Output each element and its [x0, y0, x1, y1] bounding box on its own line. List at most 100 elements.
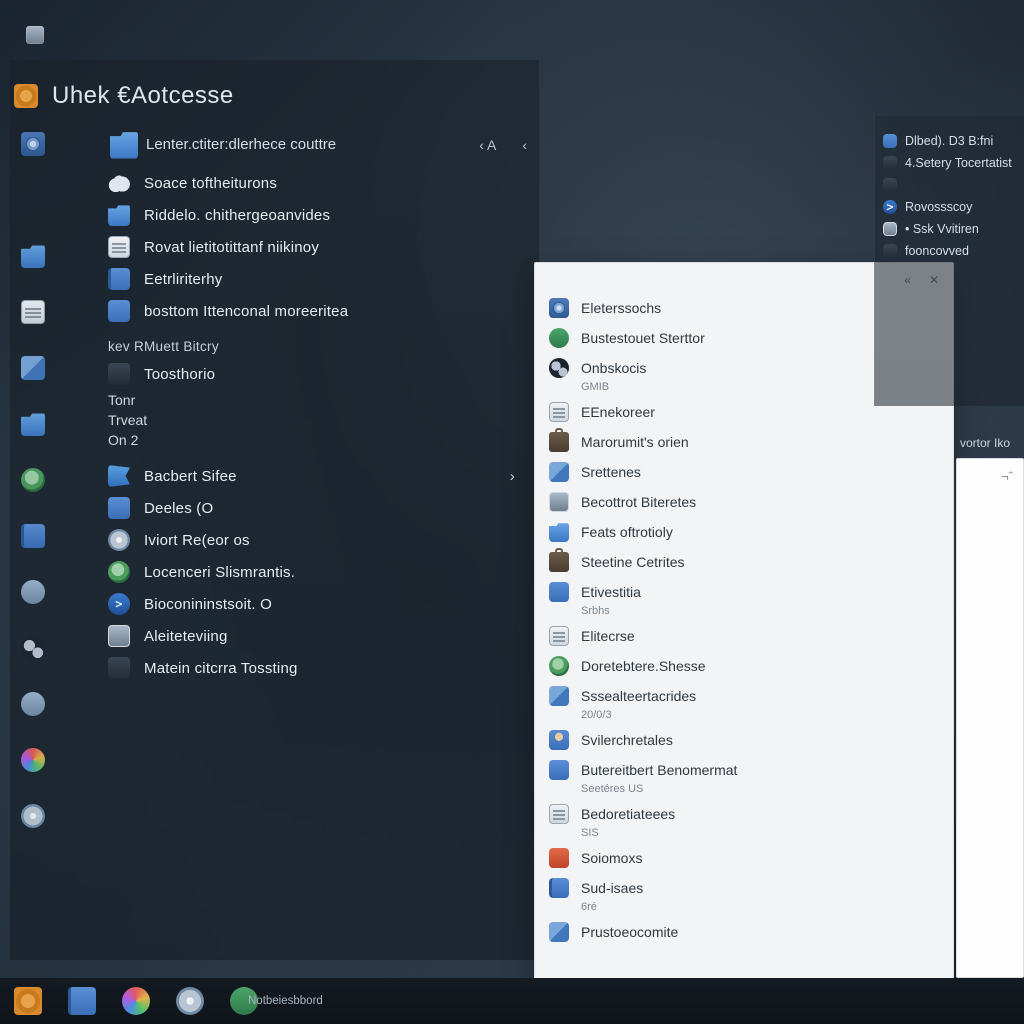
book-icon — [68, 987, 96, 1015]
flyout-item[interactable]: Sud-isaes — [545, 873, 943, 903]
start-menu-item[interactable]: Bacbert Sifee› — [60, 460, 531, 492]
flyout-item[interactable]: Steetine Cetrites — [545, 547, 943, 577]
paint-icon[interactable] — [21, 748, 45, 772]
flyout-item[interactable]: Elitecrse — [545, 621, 943, 651]
flyout-item-label: Svilerchretales — [581, 732, 673, 748]
taskbar-item[interactable]: Notbeiesbbord — [230, 987, 323, 1015]
bgwin-line-text: 4.Setery Tocertatist — [905, 156, 1012, 170]
flyout-item-label: Srettenes — [581, 464, 641, 480]
taskbar-item[interactable] — [176, 987, 204, 1015]
flyout-item-label: Bustestouet Sterttor — [581, 330, 705, 346]
dark-icon — [108, 363, 130, 385]
bgwin-line: Rovossscoy — [883, 196, 1016, 218]
start-menu-item-label: Toosthorio — [144, 366, 215, 383]
start-menu-item[interactable]: Toosthorio — [60, 358, 531, 390]
flyout-item-label: Sud-isaes — [581, 880, 643, 896]
header-back-icon[interactable]: ‹ A — [479, 137, 496, 153]
camera-icon[interactable] — [21, 132, 45, 156]
gears-icon — [549, 358, 569, 378]
start-plain-item[interactable]: Tonr — [60, 390, 531, 410]
start-menu-item[interactable]: Iviort Re(eor os — [60, 524, 531, 556]
flyout-item[interactable]: Etivestitia — [545, 577, 943, 607]
start-menu-item[interactable]: Rovat lietitotittanf niikinoy — [60, 231, 531, 263]
start-menu-item[interactable]: Soace toftheiturons — [60, 167, 531, 199]
flyout-item-sublabel: Srbhs — [545, 605, 943, 621]
gear-icon — [14, 987, 42, 1015]
start-menu-item-label: Bioconininstsoit. O — [144, 596, 272, 613]
disc-icon — [176, 987, 204, 1015]
doc-icon — [549, 804, 569, 824]
link-icon[interactable] — [21, 692, 45, 716]
cube-icon — [549, 922, 569, 942]
gear-icon — [14, 84, 38, 108]
chevron-right-icon: › — [510, 468, 525, 485]
flyout-item[interactable]: Srettenes — [545, 457, 943, 487]
sq-icon — [549, 760, 569, 780]
start-plain-item[interactable]: Trveat — [60, 410, 531, 430]
header-forward-icon[interactable]: ‹ — [522, 137, 527, 153]
flyout-item-sublabel: 6ré — [545, 901, 943, 917]
note-window[interactable]: ¬ˆ — [956, 458, 1024, 978]
flyout-item[interactable]: Bedoretiateees — [545, 799, 943, 829]
link-icon[interactable] — [21, 580, 45, 604]
taskbar-item[interactable] — [14, 987, 42, 1015]
heart-icon[interactable] — [21, 188, 45, 212]
taskbar: Notbeiesbbord — [0, 978, 1024, 1024]
folder-icon[interactable] — [21, 412, 45, 436]
bgwin-line: fooncovved — [883, 240, 1016, 262]
brief-icon — [549, 432, 569, 452]
start-menu-item[interactable]: Bioconininstsoit. O — [60, 588, 531, 620]
flyout-item[interactable]: Marorumit's orien — [545, 427, 943, 457]
shell-icon — [108, 593, 130, 615]
flyout-item[interactable]: Svilerchretales — [545, 725, 943, 755]
start-menu-item[interactable]: Eetrliriterhy — [60, 263, 531, 295]
globe-icon[interactable] — [21, 468, 45, 492]
start-plain-item[interactable]: On 2 — [60, 430, 531, 450]
flyout-item-label: Etivestitia — [581, 584, 641, 600]
flyout-item-label: Bedoretiateees — [581, 806, 675, 822]
doc-icon — [549, 402, 569, 422]
start-header-row[interactable]: Lenter.ctiter:dlerhece couttre ‹ A ‹ — [60, 130, 531, 167]
flyout-item[interactable]: Prustoeocomite — [545, 917, 943, 947]
flyout-item[interactable]: Becottrot Biteretes — [545, 487, 943, 517]
shell-icon — [883, 200, 897, 214]
flyout-item[interactable]: Soiomoxs — [545, 843, 943, 873]
start-menu-item[interactable]: Deeles (O — [60, 492, 531, 524]
start-menu-item[interactable]: Matein citcrra Tossting — [60, 652, 531, 684]
flyout-item[interactable]: Feats oftrotioly — [545, 517, 943, 547]
book-icon — [108, 268, 130, 290]
doc-icon[interactable] — [21, 300, 45, 324]
flyout-item-label: Prustoeocomite — [581, 924, 678, 940]
start-menu-item[interactable]: bosttom Ittenconal moreeritea — [60, 295, 531, 327]
disc-icon[interactable] — [21, 804, 45, 828]
flyout-item-label: Steetine Cetrites — [581, 554, 685, 570]
start-menu-item[interactable]: Locenceri Slismrantis. — [60, 556, 531, 588]
start-menu-item-label: Riddelo. chithergeoanvides — [144, 207, 330, 224]
start-menu-item[interactable]: Aleiteteviing — [60, 620, 531, 652]
cube-icon[interactable] — [21, 356, 45, 380]
bgwin-line: Dlbed). D3 B:fni — [883, 130, 1016, 152]
start-menu-item-label: Eetrliriterhy — [144, 271, 222, 288]
globe-icon — [549, 656, 569, 676]
globe-icon — [108, 561, 130, 583]
doc-icon — [549, 626, 569, 646]
flyout-item-label: Feats oftrotioly — [581, 524, 673, 540]
cube-icon — [549, 686, 569, 706]
start-menu-item-label: Soace toftheiturons — [144, 175, 277, 192]
folder-icon[interactable] — [21, 244, 45, 268]
dark-icon — [108, 657, 130, 679]
book-icon[interactable] — [21, 524, 45, 548]
doc-icon — [108, 236, 130, 258]
user-icon — [549, 730, 569, 750]
taskbar-item[interactable] — [68, 987, 96, 1015]
desktop-shortcut-icon[interactable] — [26, 26, 44, 44]
flyout-item[interactable]: Doretebtere.Shesse — [545, 651, 943, 681]
flyout-item-label: Soiomoxs — [581, 850, 642, 866]
box-icon — [883, 222, 897, 236]
flyout-item[interactable]: Sssealteertacrides — [545, 681, 943, 711]
gears-icon[interactable] — [21, 636, 45, 660]
flyout-item[interactable]: Butereitbert Benomermat — [545, 755, 943, 785]
taskbar-item[interactable] — [122, 987, 150, 1015]
start-menu-item[interactable]: Riddelo. chithergeoanvides — [60, 199, 531, 231]
box-icon — [549, 492, 569, 512]
